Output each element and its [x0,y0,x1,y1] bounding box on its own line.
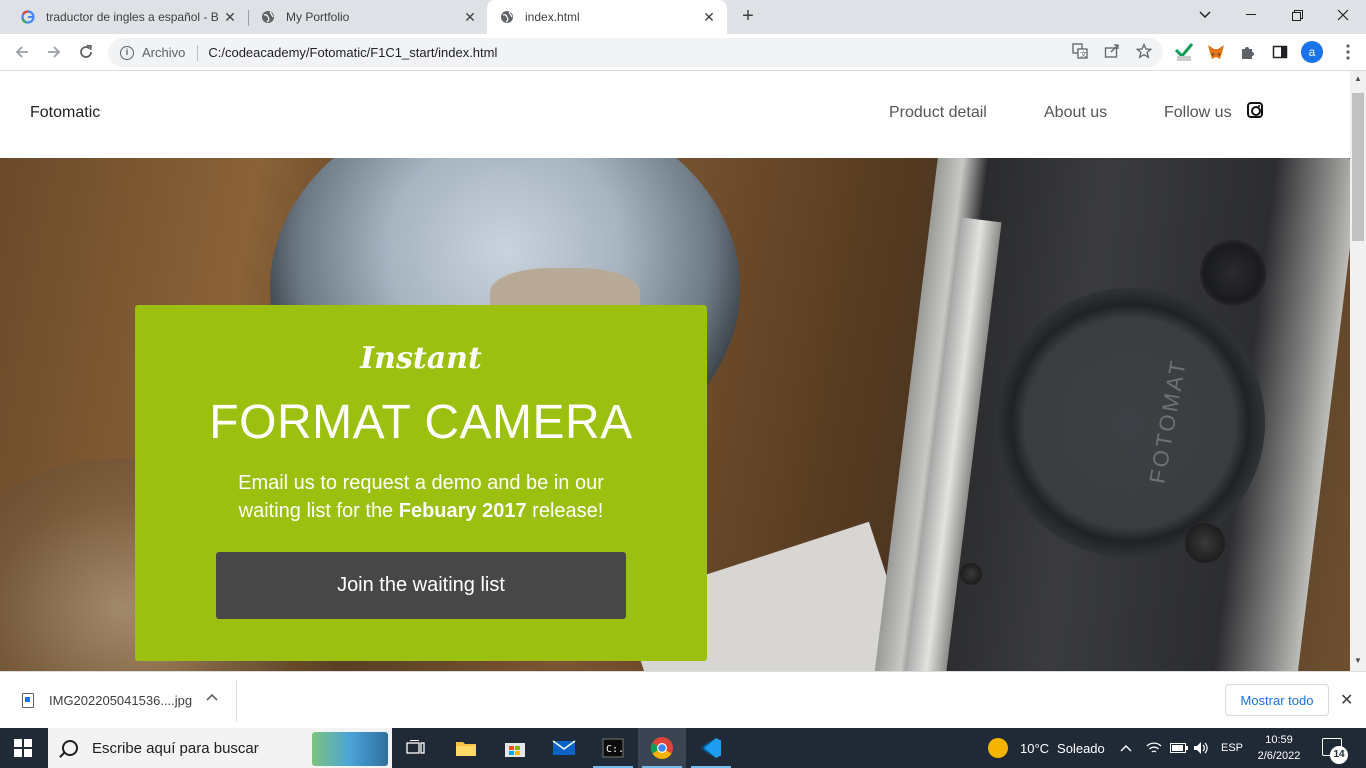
nav-product-detail[interactable]: Product detail [889,104,987,122]
system-clock[interactable]: 10:59 2/6/2022 [1254,732,1304,764]
tab-title: traductor de ingles a español - B [46,10,219,24]
hero-kicker: Instant [360,341,482,376]
notification-count-badge: 14 [1330,746,1348,764]
search-highlight-image [312,732,388,766]
battery-icon[interactable] [1170,728,1188,768]
close-icon[interactable]: ✕ [1340,690,1353,710]
hero-description-post: release! [526,500,604,522]
back-arrow-icon[interactable] [10,40,34,64]
chrome-icon[interactable] [638,728,686,768]
page-scrollbar[interactable]: ▲ ▼ [1350,71,1366,671]
hidden-icons-chevron-icon[interactable] [1120,728,1132,768]
camera-dial [1200,240,1266,306]
translate-icon[interactable]: 文 [1071,42,1089,60]
new-tab-button[interactable]: + [737,5,759,27]
security-chip-label: Archivo [142,45,186,60]
tab-index-html[interactable]: index.html ✕ [487,0,727,34]
download-divider [236,680,237,722]
network-icon[interactable] [1146,728,1162,768]
windows-taskbar: Escribe aquí para buscar C:. 10°C Solead… [0,728,1366,768]
camera-knob [1185,523,1225,563]
bookmark-star-icon[interactable] [1135,42,1153,60]
browser-toolbar: i Archivo C:/codeacademy/Fotomatic/F1C1_… [0,34,1366,71]
search-placeholder: Escribe aquí para buscar [92,739,259,757]
window-close-icon[interactable] [1320,0,1366,30]
reload-icon[interactable] [74,40,98,64]
image-file-icon [22,693,34,708]
hero-card: Instant FORMAT CAMERA Email us to reques… [135,305,707,661]
globe-icon [260,9,276,25]
join-waiting-list-button[interactable]: Join the waiting list [216,552,626,619]
download-file-name[interactable]: IMG202205041536....jpg [49,693,192,708]
search-icon [62,740,78,756]
chevron-up-icon[interactable] [206,690,218,704]
hero-title: FORMAT CAMERA [209,396,633,449]
nav-about-us[interactable]: About us [1044,104,1107,122]
download-bar: IMG202205041536....jpg Mostrar todo ✕ [0,671,1366,728]
profile-avatar[interactable]: a [1301,41,1323,63]
tab-title: My Portfolio [286,10,350,24]
hero-description: Email us to request a demo and be in our… [135,469,707,525]
site-brand-link[interactable]: Fotomatic [30,104,100,122]
tab-translator[interactable]: traductor de ingles a español - B ✕ [8,0,248,34]
clock-date: 2/6/2022 [1257,750,1301,762]
weather-widget[interactable]: 10°C Soleado [988,728,1105,768]
terminal-icon[interactable]: C:. [589,728,637,768]
tab-my-portfolio[interactable]: My Portfolio ✕ [248,0,488,34]
forward-arrow-icon[interactable] [42,40,66,64]
scroll-down-arrow-icon[interactable]: ▼ [1354,657,1362,665]
tab-search-icon[interactable] [1182,0,1228,30]
side-panel-icon[interactable] [1270,42,1290,62]
svg-text:文: 文 [1080,50,1087,59]
globe-icon [499,9,515,25]
share-icon[interactable] [1103,42,1121,60]
weather-condition: Soleado [1057,740,1105,756]
url-text[interactable]: C:/codeacademy/Fotomatic/F1C1_start/inde… [208,45,497,60]
file-explorer-icon[interactable] [442,728,490,768]
site-info-icon[interactable]: i [120,45,134,60]
volume-icon[interactable] [1193,728,1209,768]
task-view-icon[interactable] [392,728,440,768]
address-divider [197,44,199,61]
hero-description-pre: waiting list for the [238,500,399,522]
vscode-icon[interactable] [687,728,735,768]
sun-icon [988,738,1008,758]
mail-icon[interactable] [540,728,588,768]
taskbar-search-box[interactable]: Escribe aquí para buscar [48,728,392,768]
clock-time: 10:59 [1265,734,1293,746]
weather-temperature: 10°C [1020,740,1050,756]
hero-release-date: Febuary 2017 [398,500,527,522]
microsoft-store-icon[interactable] [491,728,539,768]
show-all-downloads-button[interactable]: Mostrar todo [1225,684,1329,716]
scroll-up-arrow-icon[interactable]: ▲ [1354,75,1362,83]
tab-title: index.html [525,10,580,24]
scrollbar-thumb[interactable] [1352,93,1364,241]
extension-checkmark-icon[interactable] [1174,42,1194,62]
windows-start-icon[interactable] [14,739,32,757]
page-viewport: Fotomatic Product detail About us Follow… [0,71,1350,671]
site-header: Fotomatic Product detail About us Follow… [0,71,1350,158]
extensions-puzzle-icon[interactable] [1238,42,1258,62]
camera-knob [960,563,982,585]
hero-description-line1: Email us to request a demo and be in our [238,472,604,494]
hero-section: FOTOMAT Instant FORMAT CAMERA Email us t… [0,158,1350,671]
camera-lens-cap [995,288,1265,558]
browser-tab-bar: traductor de ingles a español - B ✕ My P… [0,0,1366,34]
tab-close-icon[interactable]: ✕ [222,9,238,26]
address-bar[interactable]: i Archivo C:/codeacademy/Fotomatic/F1C1_… [108,38,1163,67]
language-indicator[interactable]: ESP [1221,728,1243,768]
metamask-fox-icon[interactable] [1206,42,1226,62]
instagram-icon[interactable] [1247,102,1263,118]
svg-text:C:.: C:. [606,744,624,755]
chrome-menu-icon[interactable] [1338,42,1358,62]
tab-close-icon[interactable]: ✕ [462,9,478,26]
restore-icon[interactable] [1274,0,1320,30]
nav-follow-us[interactable]: Follow us [1164,104,1232,122]
minimize-icon[interactable] [1228,0,1274,30]
tab-close-icon[interactable]: ✕ [701,9,717,26]
google-g-icon [20,9,36,25]
